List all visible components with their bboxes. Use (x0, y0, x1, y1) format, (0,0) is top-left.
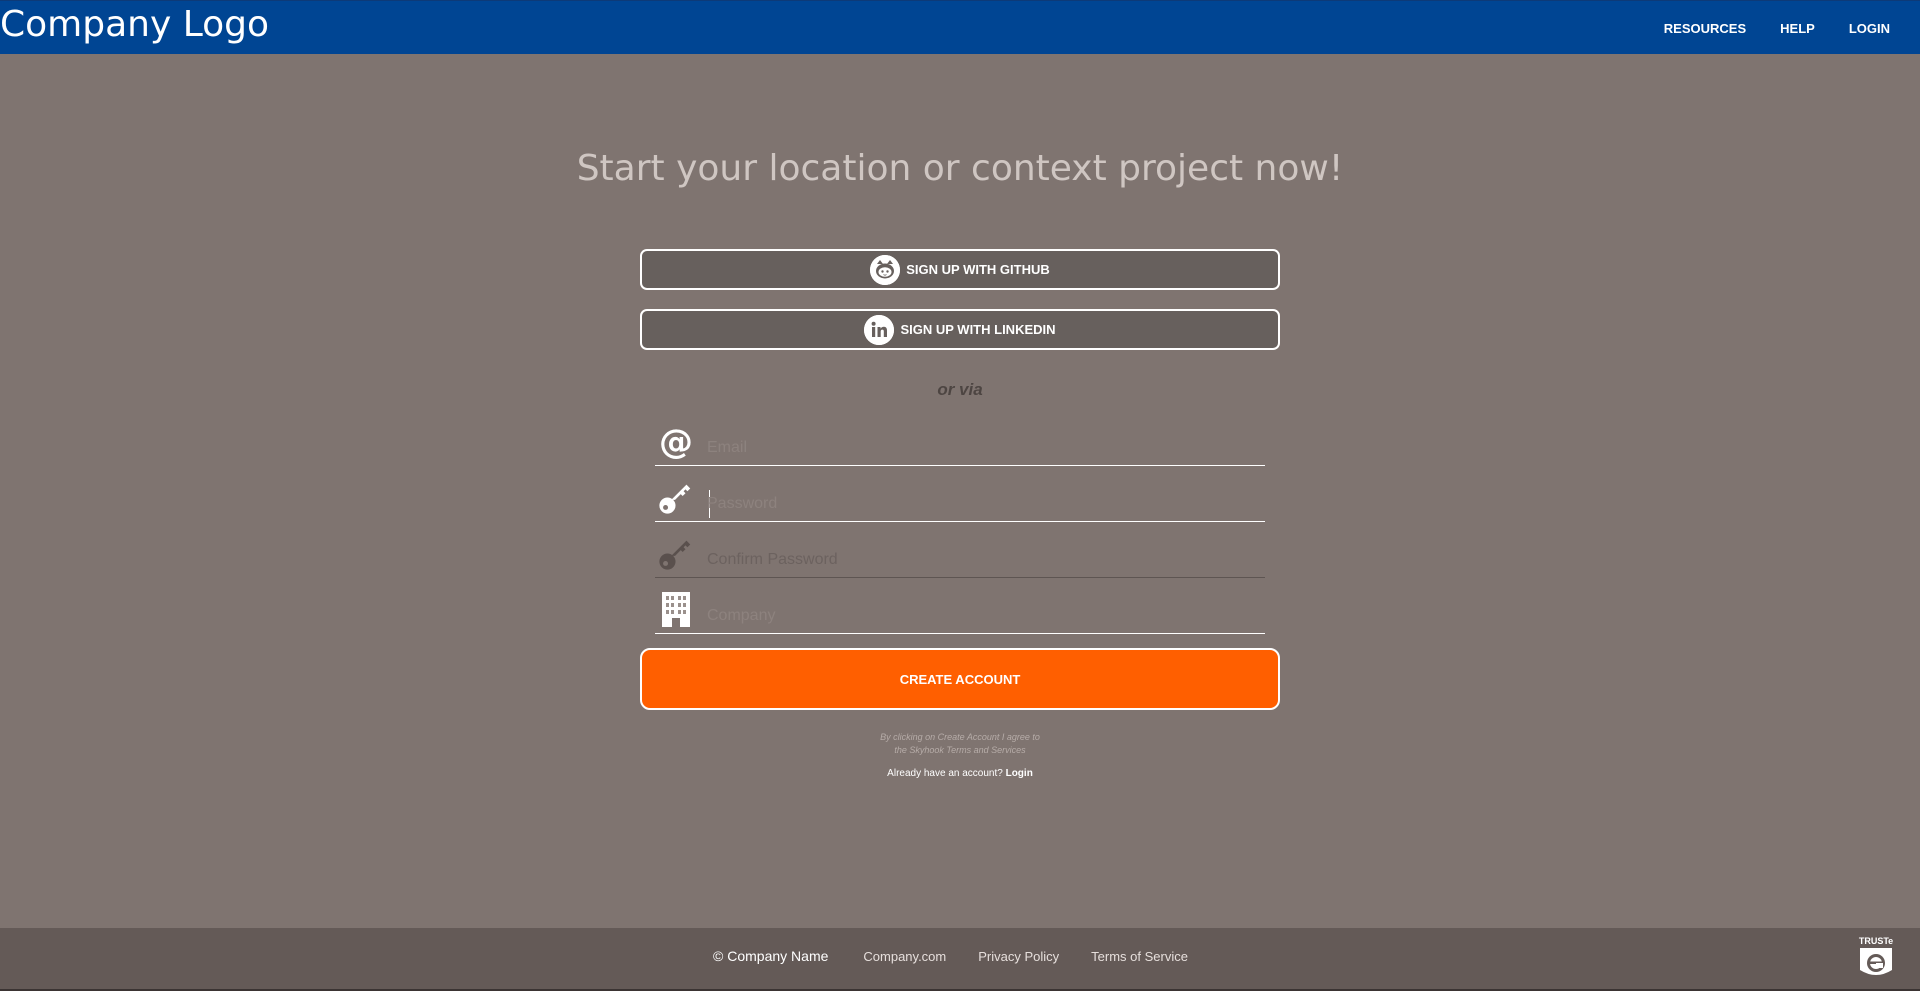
github-icon (870, 254, 901, 285)
top-navigation-bar: Company Logo RESOURCES HELP LOGIN (0, 0, 1920, 54)
email-field: @ (655, 418, 1265, 466)
truste-badge[interactable]: TRUSTe (1854, 936, 1898, 982)
nav-help-link[interactable]: HELP (1780, 21, 1815, 36)
company-field (655, 586, 1265, 634)
signup-linkedin-button[interactable]: SIGN UP WITH LINKEDIN (640, 309, 1280, 350)
page-headline: Start your location or context project n… (576, 148, 1344, 189)
create-account-button[interactable]: CREATE ACCOUNT (640, 648, 1280, 710)
truste-icon (1860, 948, 1892, 975)
at-icon: @ (657, 421, 695, 461)
signup-github-button[interactable]: SIGN UP WITH GITHUB (640, 249, 1280, 290)
key-icon (657, 477, 695, 517)
or-via-divider: or via (937, 380, 983, 399)
terms-notice: By clicking on Create Account I agree to… (0, 731, 1920, 757)
password-field (655, 474, 1265, 522)
top-nav: RESOURCES HELP LOGIN (1630, 1, 1890, 55)
login-prompt: Already have an account? Login (0, 768, 1920, 779)
footer-privacy-link[interactable]: Privacy Policy (978, 949, 1059, 964)
truste-label: TRUSTe (1858, 936, 1894, 946)
terms-line-1: By clicking on Create Account I agree to (880, 732, 1040, 742)
footer-links: © Company Name Company.com Privacy Polic… (0, 928, 1920, 984)
footer-terms-link[interactable]: Terms of Service (1091, 949, 1188, 964)
login-prompt-text: Already have an account? (887, 768, 1003, 779)
login-link[interactable]: Login (1006, 768, 1033, 779)
footer-company-link[interactable]: Company.com (863, 949, 946, 964)
linkedin-icon (864, 314, 895, 345)
company-input[interactable] (707, 601, 1257, 631)
confirm-password-field (655, 530, 1265, 578)
confirm-password-input[interactable] (707, 545, 1257, 575)
email-input[interactable] (707, 433, 1257, 463)
footer: © Company Name Company.com Privacy Polic… (0, 928, 1920, 989)
company-logo[interactable]: Company Logo (0, 1, 269, 55)
nav-login-link[interactable]: LOGIN (1849, 21, 1890, 36)
terms-line-2: the Skyhook Terms and Services (894, 745, 1026, 755)
footer-copyright: © Company Name (713, 948, 829, 964)
signup-github-label: SIGN UP WITH GITHUB (906, 262, 1050, 277)
key-icon (657, 533, 695, 573)
password-input[interactable] (707, 489, 1257, 519)
signup-linkedin-label: SIGN UP WITH LINKEDIN (900, 322, 1056, 337)
svg-text:@: @ (659, 423, 693, 459)
building-icon (657, 589, 695, 629)
nav-resources-link[interactable]: RESOURCES (1664, 21, 1746, 36)
